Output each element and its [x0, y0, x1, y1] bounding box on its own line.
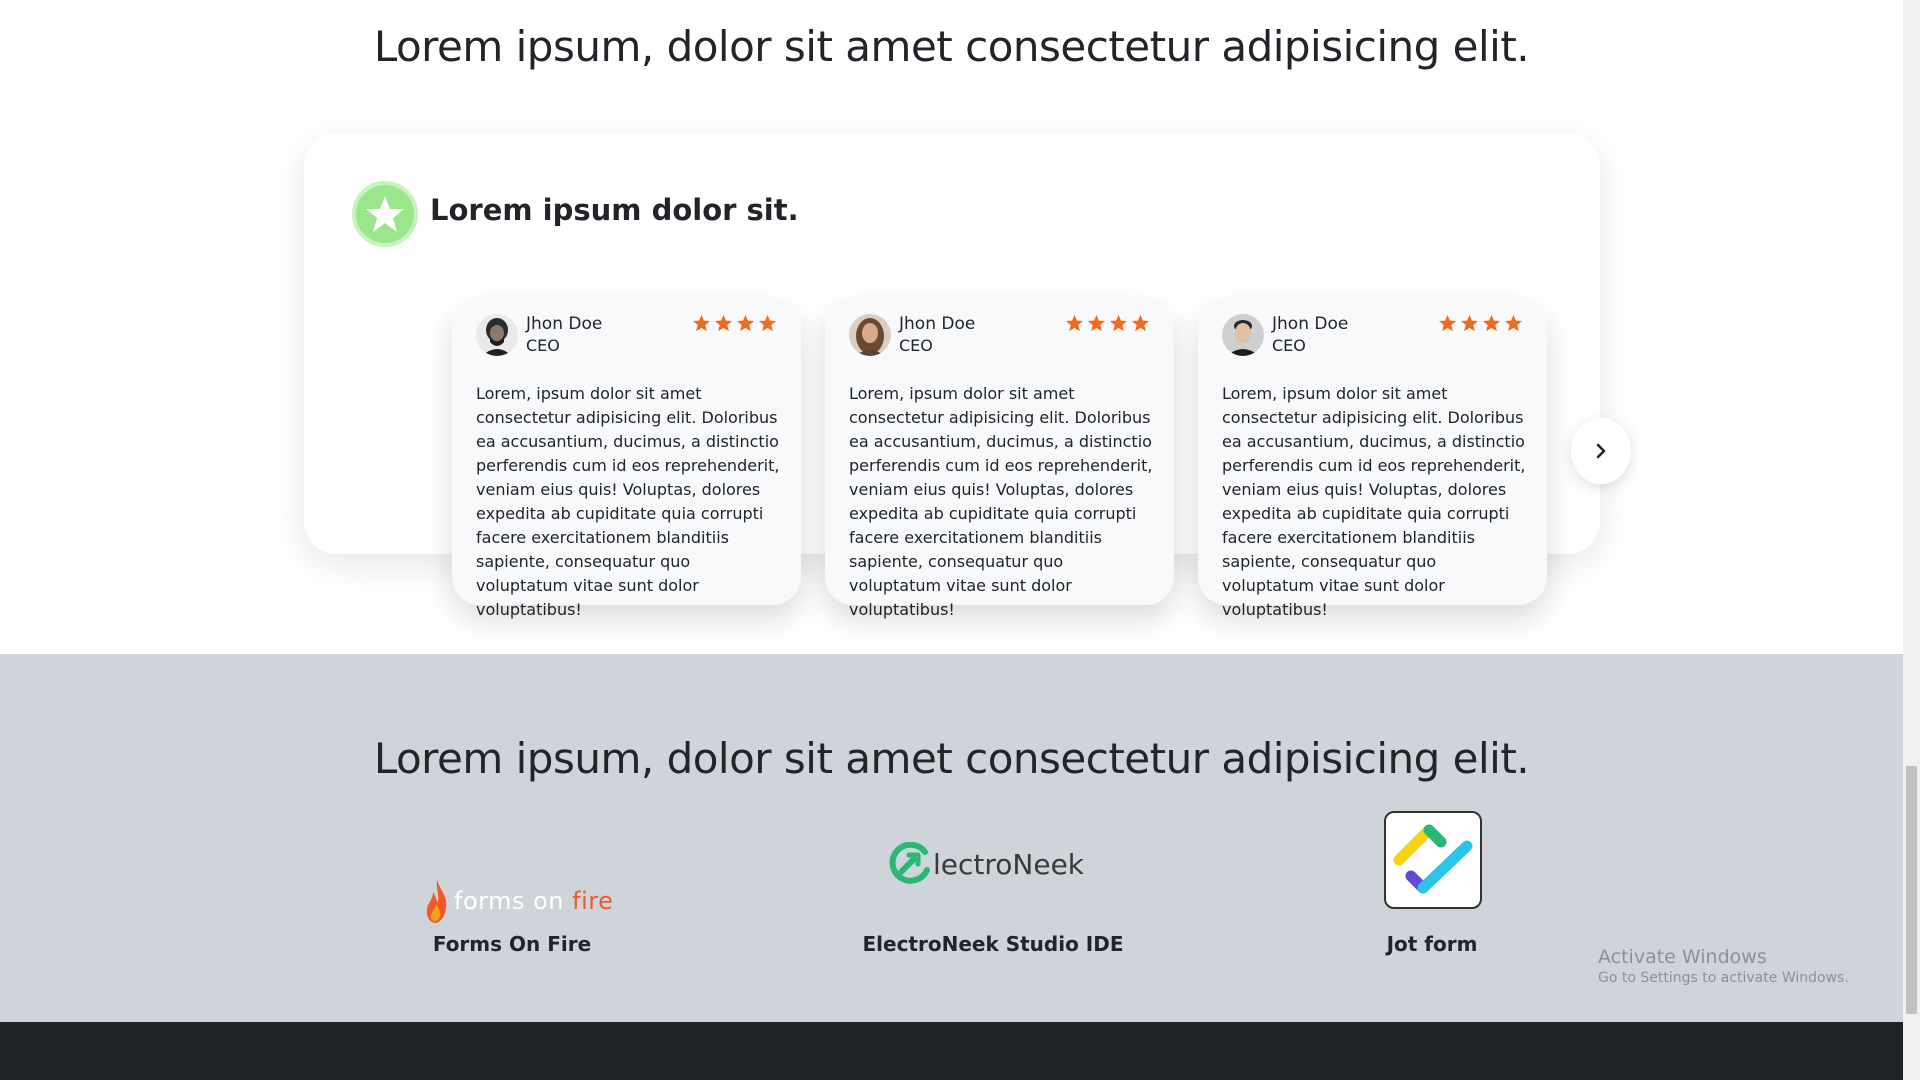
- star-rating: [1065, 314, 1150, 333]
- testimonial-card: Jhon Doe CEO Lorem, ipsum dolor sit amet…: [825, 298, 1174, 619]
- page-scrollbar[interactable]: [1903, 0, 1920, 1080]
- star-icon: [1109, 314, 1128, 332]
- testimonial-text: Lorem, ipsum dolor sit amet consectetur …: [849, 384, 1153, 619]
- person-role: CEO: [526, 336, 560, 355]
- testimonial-card: Jhon Doe CEO Lorem, ipsum dolor sit amet…: [452, 298, 801, 619]
- partner-electroneek: lectroNeek ElectroNeek Studio IDE: [813, 842, 1173, 982]
- electroneek-logo: lectroNeek: [887, 842, 1084, 886]
- star-icon: [1504, 314, 1523, 332]
- electroneek-logo-text: lectroNeek: [933, 847, 1085, 881]
- footer: [0, 1022, 1903, 1080]
- star-icon: [1131, 314, 1150, 332]
- testimonials-heading: Lorem ipsum, dolor sit amet consectetur …: [373, 22, 1530, 71]
- partner-name: Forms On Fire: [432, 932, 592, 956]
- partner-name: Jot form: [1386, 932, 1478, 956]
- watermark-subtitle: Go to Settings to activate Windows.: [1598, 970, 1849, 986]
- star-icon: [1438, 314, 1457, 332]
- star-icon: [1482, 314, 1501, 332]
- person-role: CEO: [1272, 336, 1306, 355]
- star-rating: [1438, 314, 1523, 333]
- avatar: [849, 314, 891, 356]
- partner-jotform: Jot form: [1252, 811, 1612, 982]
- star-icon: [1460, 314, 1479, 332]
- flame-icon: [426, 880, 447, 923]
- partner-name: ElectroNeek Studio IDE: [862, 932, 1124, 956]
- panel-title: Lorem ipsum dolor sit.: [430, 193, 799, 227]
- testimonial-header: Jhon Doe CEO: [476, 314, 777, 362]
- windows-activation-watermark: Activate Windows Go to Settings to activ…: [1598, 946, 1849, 986]
- chevron-right-icon: [1596, 443, 1606, 459]
- star-icon: [736, 314, 755, 332]
- testimonial-text: Lorem, ipsum dolor sit amet consectetur …: [476, 384, 780, 619]
- star-icon: [1065, 314, 1084, 332]
- star-icon: [352, 181, 418, 247]
- avatar: [476, 314, 518, 356]
- carousel-next-button[interactable]: [1571, 418, 1631, 484]
- forms-on-fire-logo-text: forms on fire: [454, 887, 614, 915]
- avatar: [1222, 314, 1264, 356]
- electroneek-mark-icon: [889, 842, 930, 884]
- testimonial-header: Jhon Doe CEO: [849, 314, 1150, 362]
- testimonial-text: Lorem, ipsum dolor sit amet consectetur …: [1222, 384, 1526, 619]
- jotform-logo: [1384, 811, 1482, 909]
- person-name: Jhon Doe: [899, 314, 976, 334]
- jotform-mark-icon: [1393, 824, 1473, 894]
- person-role: CEO: [899, 336, 933, 355]
- person-name: Jhon Doe: [1272, 314, 1349, 334]
- star-icon: [714, 314, 733, 332]
- person-name: Jhon Doe: [526, 314, 603, 334]
- star-icon: [1087, 314, 1106, 332]
- testimonial-header: Jhon Doe CEO: [1222, 314, 1523, 362]
- partner-forms-on-fire: forms on fire Forms On Fire: [332, 842, 692, 982]
- scrollbar-thumb[interactable]: [1906, 766, 1917, 1014]
- forms-on-fire-logo: forms on fire: [424, 878, 613, 924]
- star-icon: [758, 314, 777, 332]
- watermark-title: Activate Windows: [1598, 946, 1767, 968]
- star-rating: [692, 314, 777, 333]
- star-icon: [692, 314, 711, 332]
- partners-heading: Lorem ipsum, dolor sit amet consectetur …: [373, 734, 1530, 783]
- testimonial-card: Jhon Doe CEO Lorem, ipsum dolor sit amet…: [1198, 298, 1547, 619]
